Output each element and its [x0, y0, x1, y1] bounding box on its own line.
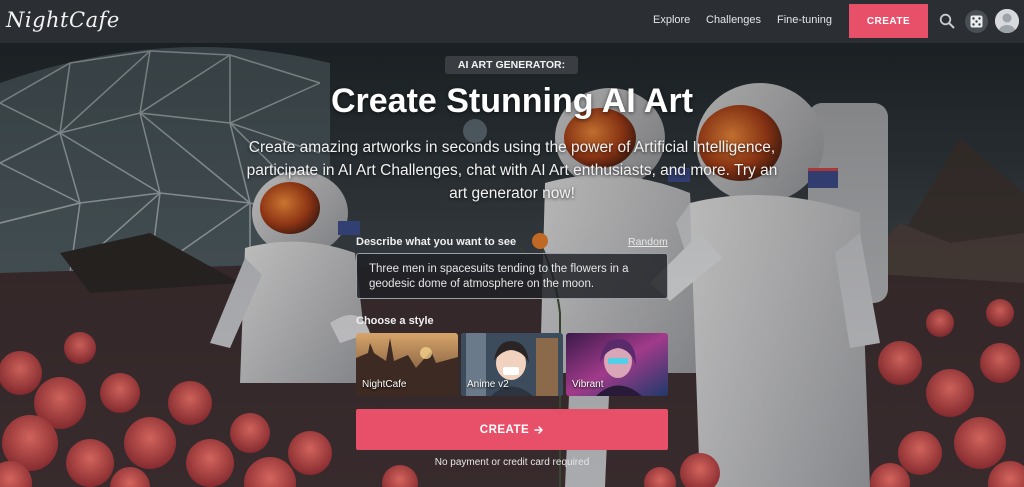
- create-art-button[interactable]: CREATE: [356, 409, 668, 450]
- dice-icon: [970, 15, 983, 28]
- top-navbar: NightCafe Explore Challenges Fine-tuning…: [0, 0, 1024, 43]
- style-card-anime-v2[interactable]: Anime v2: [461, 333, 563, 396]
- style-card-vibrant[interactable]: Vibrant: [566, 333, 668, 396]
- search-icon: [939, 13, 955, 29]
- avatar-icon: [995, 9, 1019, 33]
- style-label: Choose a style: [356, 315, 434, 327]
- arrow-right-icon: [534, 425, 543, 434]
- prompt-label: Describe what you want to see: [356, 236, 517, 248]
- style-name-anime-v2: Anime v2: [467, 379, 509, 390]
- search-button[interactable]: [937, 11, 957, 31]
- hero-subheadline: Create amazing artworks in seconds using…: [246, 139, 778, 202]
- hero-headline: Create Stunning AI Art: [330, 82, 694, 120]
- create-art-button-label: CREATE: [479, 423, 530, 436]
- user-avatar-button[interactable]: [995, 9, 1019, 33]
- nav-link-challenges[interactable]: Challenges: [706, 14, 761, 26]
- style-name-nightcafe: NightCafe: [362, 379, 407, 390]
- style-card-nightcafe[interactable]: NightCafe: [356, 333, 458, 396]
- no-payment-note: No payment or credit card required: [434, 457, 590, 468]
- nav-link-fine-tuning[interactable]: Fine-tuning: [777, 14, 832, 26]
- random-dice-button[interactable]: [965, 10, 988, 33]
- prompt-input[interactable]: [356, 253, 668, 299]
- ai-art-generator-badge: AI ART GENERATOR:: [445, 56, 578, 74]
- nav-create-button[interactable]: CREATE: [849, 4, 928, 38]
- random-prompt-link[interactable]: Random: [628, 236, 668, 248]
- nightcafe-logo[interactable]: NightCafe: [6, 8, 120, 32]
- style-name-vibrant: Vibrant: [572, 379, 604, 390]
- nav-link-explore[interactable]: Explore: [653, 14, 690, 26]
